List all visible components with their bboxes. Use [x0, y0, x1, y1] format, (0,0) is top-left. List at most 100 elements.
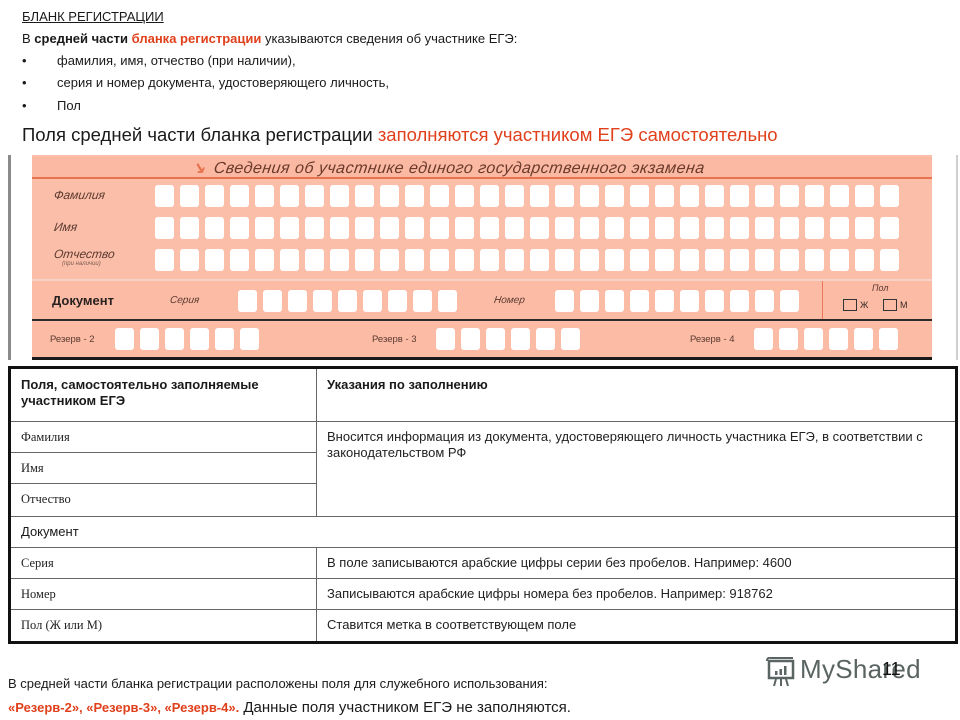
arrow-icon: ↘ [190, 160, 208, 177]
entry-box [879, 328, 898, 350]
entry-box [780, 249, 799, 271]
reserve-4-boxes [32, 328, 932, 350]
entry-box [830, 249, 849, 271]
entry-box [805, 217, 824, 239]
entry-box [155, 185, 174, 207]
footer-line-1: В средней части бланка регистрации распо… [8, 676, 548, 691]
main-heading: Поля средней части бланка регистрации за… [22, 124, 778, 146]
entry-box [780, 185, 799, 207]
entry-box [530, 249, 549, 271]
entry-box [855, 249, 874, 271]
entry-box [630, 249, 649, 271]
entry-box [705, 290, 724, 312]
gender-female-checkbox[interactable] [843, 299, 857, 311]
entry-box [830, 185, 849, 207]
intro-red: бланка регистрации [131, 31, 262, 46]
entry-box [255, 217, 274, 239]
entry-box [755, 249, 774, 271]
entry-box [505, 185, 524, 207]
entry-box [330, 249, 349, 271]
instruction-series: В поле записываются арабские цифры серии… [316, 547, 957, 579]
entry-box [430, 185, 449, 207]
document-section-label: Документ [9, 516, 957, 548]
form-title: ↘ Сведения об участнике единого государст… [191, 158, 707, 178]
entry-box [829, 328, 848, 350]
table-row: Фамилия Вносится информация из документа… [9, 421, 957, 517]
entry-box [480, 185, 499, 207]
entry-box [305, 217, 324, 239]
instruction-number: Записываются арабские цифры номера без п… [316, 578, 957, 610]
entry-box [730, 217, 749, 239]
table-header-row: Поля, самостоятельно заполняемые участни… [9, 367, 957, 422]
entry-box [880, 185, 899, 207]
intro-text-2: указываются сведения об участнике ЕГЭ: [261, 31, 518, 46]
entry-box [555, 290, 574, 312]
entry-box [530, 217, 549, 239]
entry-box [755, 290, 774, 312]
heading-plain: Поля средней части бланка регистрации [22, 124, 378, 145]
field-number: Номер [9, 578, 317, 610]
entry-box [680, 249, 699, 271]
entry-box [180, 249, 199, 271]
entry-box [205, 249, 224, 271]
entry-box [605, 290, 624, 312]
entry-box [530, 185, 549, 207]
form-title-bar: ↘ Сведения об участнике единого государст… [32, 157, 932, 179]
entry-box [655, 185, 674, 207]
entry-box [855, 217, 874, 239]
gender-divider [822, 281, 823, 321]
entry-box [605, 185, 624, 207]
bullet-item: Пол [57, 98, 81, 113]
entry-box [405, 217, 424, 239]
watermark-text: MyShared [800, 654, 921, 684]
entry-box [505, 217, 524, 239]
gender-female-label: Ж [860, 300, 869, 310]
entry-box [780, 217, 799, 239]
table-header-fields: Поля, самостоятельно заполняемые участни… [9, 367, 317, 422]
entry-box [605, 217, 624, 239]
form-reserve-row: Резерв - 2 Резерв - 3 Резерв - 4 [32, 322, 932, 357]
registration-form-image: ↘ Сведения об участнике единого государст… [32, 155, 932, 360]
entry-box [755, 217, 774, 239]
entry-box [705, 185, 724, 207]
table-row: Серия В поле записываются арабские цифры… [9, 547, 957, 579]
entry-box [830, 217, 849, 239]
entry-box [555, 217, 574, 239]
footer-line-2: «Резерв-2», «Резерв-3», «Резерв-4». Данн… [8, 698, 571, 718]
entry-box [655, 249, 674, 271]
entry-box [455, 185, 474, 207]
entry-box [705, 217, 724, 239]
bullet-icon: • [22, 75, 27, 90]
entry-box [280, 249, 299, 271]
surname-boxes [32, 185, 932, 207]
entry-box [155, 217, 174, 239]
instruction-name-fields: Вносится информация из документа, удосто… [316, 421, 957, 517]
heading-red: заполняются участником ЕГЭ самостоятельн… [377, 124, 778, 145]
bullet-item: фамилия, имя, отчество (при наличии), [57, 53, 296, 68]
entry-box [380, 249, 399, 271]
form-divider [32, 319, 932, 321]
entry-box [805, 185, 824, 207]
entry-box [455, 249, 474, 271]
intro-text-1: В [22, 31, 35, 46]
patronymic-boxes [32, 249, 932, 271]
table-row: Пол (Ж или М) Ставится метка в соответст… [9, 609, 957, 643]
entry-box [680, 290, 699, 312]
entry-box [580, 217, 599, 239]
entry-box [630, 290, 649, 312]
entry-box [779, 328, 798, 350]
entry-box [305, 249, 324, 271]
entry-box [430, 217, 449, 239]
entry-box [780, 290, 799, 312]
entry-box [555, 249, 574, 271]
bullet-icon: • [22, 98, 27, 113]
intro-bold: средней части [34, 31, 129, 46]
entry-box [355, 249, 374, 271]
entry-box [180, 217, 199, 239]
entry-box [455, 217, 474, 239]
entry-box [255, 249, 274, 271]
gender-male-checkbox[interactable] [883, 299, 897, 311]
footer-note: Данные поля участником ЕГЭ не заполняютс… [239, 699, 571, 716]
entry-box [430, 249, 449, 271]
entry-box [655, 290, 674, 312]
